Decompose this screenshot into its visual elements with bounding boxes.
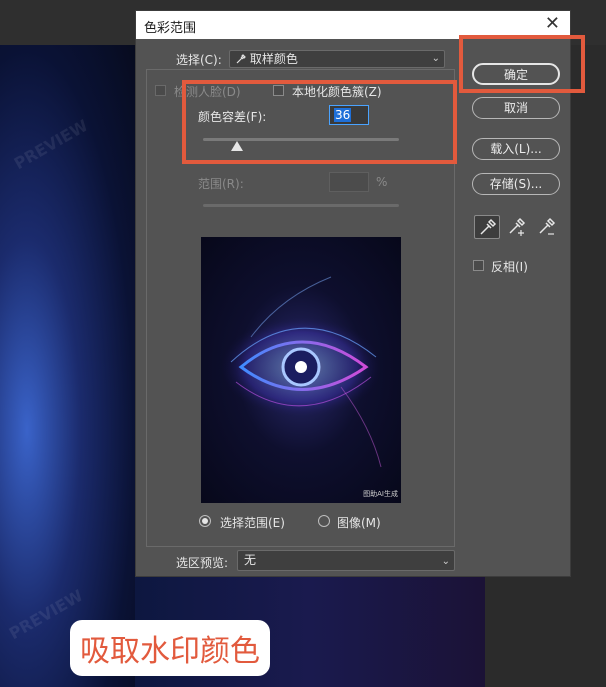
save-button[interactable]: 存储(S)...: [472, 173, 560, 195]
selection-preview-value: 无: [244, 553, 257, 567]
dialog-title: 色彩范围: [144, 21, 197, 36]
highlight-box-fuzziness: [182, 80, 457, 164]
workspace-background: [485, 577, 606, 687]
selection-preview-dropdown[interactable]: 无 ⌄: [237, 550, 455, 571]
load-button[interactable]: 载入(L)...: [472, 138, 560, 160]
selection-radio-label: 选择范围(E): [220, 516, 285, 530]
select-value: 取样颜色: [249, 52, 298, 66]
chevron-down-icon: ⌄: [441, 556, 450, 567]
eyedropper-add-tool[interactable]: [504, 215, 530, 239]
invert-label: 反相(I): [491, 260, 528, 274]
detect-faces-checkbox[interactable]: [155, 85, 166, 96]
eyedropper-minus-icon: [539, 217, 556, 235]
caption-label: 吸取水印颜色: [70, 620, 270, 676]
cancel-button[interactable]: 取消: [472, 97, 560, 119]
preview-image: 图助AI生成: [201, 237, 401, 503]
eyedropper-tool[interactable]: [474, 215, 500, 239]
preview-badge: 图助AI生成: [363, 490, 398, 498]
selection-preview-label: 选区预览:: [176, 556, 229, 570]
image-radio[interactable]: [318, 515, 330, 527]
range-label: 范围(R):: [198, 177, 244, 191]
invert-checkbox[interactable]: [473, 260, 484, 271]
eyedropper-icon: [480, 218, 497, 235]
select-label: 选择(C):: [176, 53, 222, 67]
image-radio-label: 图像(M): [337, 516, 381, 530]
range-unit: %: [376, 175, 388, 189]
highlight-box-ok: [459, 35, 585, 93]
canvas-image-left: PREVIEW PREVIEW: [0, 45, 135, 687]
close-icon[interactable]: ✕: [545, 13, 560, 34]
select-dropdown[interactable]: 取样颜色 ⌄: [229, 50, 445, 68]
eye-artwork: [221, 276, 382, 468]
eyedropper-subtract-tool[interactable]: [534, 215, 560, 239]
watermark-text: PREVIEW: [10, 115, 92, 174]
selection-radio[interactable]: [199, 515, 211, 527]
eyedropper-icon: [236, 54, 246, 64]
chevron-down-icon: ⌄: [431, 53, 440, 64]
range-input[interactable]: [329, 172, 369, 192]
range-slider-track[interactable]: [203, 204, 399, 207]
eyedropper-plus-icon: [509, 217, 526, 236]
